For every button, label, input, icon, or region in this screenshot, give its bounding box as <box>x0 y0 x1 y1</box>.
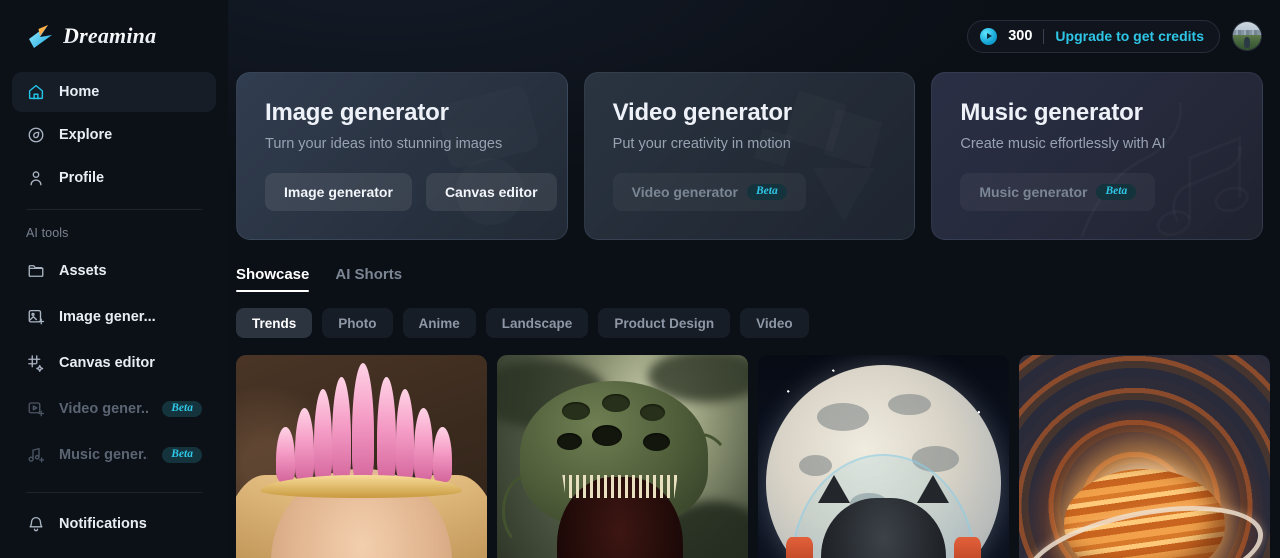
hero-actions: Music generator Beta <box>960 173 1234 211</box>
beta-badge: Beta <box>162 400 202 418</box>
bell-icon <box>26 515 45 534</box>
sidebar-item-label: Profile <box>59 170 105 186</box>
sidebar-item-profile[interactable]: Profile <box>12 158 216 198</box>
chip-label: Anime <box>418 315 460 331</box>
chip-label: Landscape <box>501 315 573 331</box>
hero-card-music-generator[interactable]: Music generator Create music effortlessl… <box>931 72 1264 240</box>
sidebar-item-label: Assets <box>59 263 107 279</box>
brand-name: Dreamina <box>63 23 157 48</box>
user-icon <box>26 169 45 188</box>
hero-title: Music generator <box>960 99 1143 126</box>
showcase-gallery <box>228 338 1280 558</box>
sidebar-item-label: Canvas editor <box>59 355 155 371</box>
beta-badge: Beta <box>747 183 787 201</box>
credits-pill[interactable]: 300 Upgrade to get credits <box>967 19 1220 53</box>
filter-chip-video[interactable]: Video <box>740 308 809 338</box>
sidebar-item-label: Image gener... <box>59 309 156 325</box>
sidebar-section-label: AI tools <box>26 226 69 240</box>
hero-card-image-generator[interactable]: Image generator Turn your ideas into stu… <box>236 72 568 240</box>
gallery-item[interactable] <box>236 355 487 558</box>
tab-showcase[interactable]: Showcase <box>236 266 310 292</box>
folder-icon <box>26 262 45 281</box>
artwork-ringed-planet <box>1019 355 1270 558</box>
sidebar-item-label: Video gener... <box>59 401 149 417</box>
beta-badge: Beta <box>1096 183 1137 201</box>
chip-label: Trends <box>252 315 297 331</box>
video-generate-icon <box>26 400 45 419</box>
credits-count: 300 <box>1008 28 1033 44</box>
tab-label: Showcase <box>236 266 310 283</box>
filter-chip-anime[interactable]: Anime <box>402 308 476 338</box>
hero-button-label: Image generator <box>284 184 393 200</box>
sidebar-divider-bottom <box>26 492 202 493</box>
avatar[interactable] <box>1232 21 1262 51</box>
hero-decoration <box>237 73 567 239</box>
hero-decoration <box>932 73 1262 239</box>
credit-coin-icon <box>980 27 998 45</box>
beta-badge: Beta <box>162 446 202 464</box>
sidebar-item-label: Explore <box>59 127 113 143</box>
hero-button-video-generator[interactable]: Video generator Beta <box>612 173 806 211</box>
music-generate-icon <box>26 446 45 465</box>
canvas-editor-icon <box>26 354 45 373</box>
sidebar-item-image-generator[interactable]: Image gener... <box>12 297 216 337</box>
sidebar-divider-top <box>26 209 202 210</box>
sidebar-item-home[interactable]: Home <box>12 72 216 112</box>
tab-label: AI Shorts <box>335 266 403 283</box>
home-icon <box>26 83 45 102</box>
dreamina-app-window: Dreamina Home Explore Profile AI tools A… <box>0 0 1280 558</box>
sidebar-item-canvas-editor[interactable]: Canvas editor <box>12 343 216 383</box>
gallery-item[interactable] <box>1019 355 1270 558</box>
chip-label: Video <box>756 315 793 331</box>
hero-decoration <box>585 73 915 239</box>
filter-chip-landscape[interactable]: Landscape <box>485 308 589 338</box>
content-tabs: Showcase AI Shorts <box>228 240 1280 292</box>
tab-ai-shorts[interactable]: AI Shorts <box>335 266 402 292</box>
gallery-item[interactable] <box>758 355 1009 558</box>
artwork-tiara-woman <box>236 355 487 558</box>
sidebar-item-assets[interactable]: Assets <box>12 251 216 291</box>
hero-title: Video generator <box>612 99 792 126</box>
topbar: 300 Upgrade to get credits <box>228 0 1280 72</box>
sidebar: Dreamina Home Explore Profile AI tools A… <box>0 0 228 558</box>
hero-subtitle: Turn your ideas into stunning images <box>265 136 503 152</box>
credits-divider <box>1043 28 1045 44</box>
main-content: 300 Upgrade to get credits Image generat… <box>228 0 1280 558</box>
brand-logo-link[interactable]: Dreamina <box>12 0 216 72</box>
hero-button-label: Canvas editor <box>444 184 538 200</box>
filter-chip-row: Trends Photo Anime Landscape Product Des… <box>228 292 1280 338</box>
dreamina-star-icon <box>29 25 52 48</box>
upgrade-link[interactable]: Upgrade to get credits <box>1055 28 1204 44</box>
filter-chip-trends[interactable]: Trends <box>236 308 313 338</box>
sidebar-item-label: Home <box>59 84 100 100</box>
image-generate-icon <box>26 308 45 327</box>
hero-button-label: Video generator <box>631 184 738 200</box>
gallery-item[interactable] <box>497 355 748 558</box>
sidebar-item-label: Notifications <box>59 516 147 532</box>
sidebar-item-label: Music gener... <box>59 447 149 463</box>
filter-chip-photo[interactable]: Photo <box>322 308 393 338</box>
chip-label: Photo <box>338 315 377 331</box>
hero-subtitle: Create music effortlessly with AI <box>960 136 1166 152</box>
hero-actions: Image generator Canvas editor <box>265 173 557 211</box>
hero-button-label: Music generator <box>979 184 1088 200</box>
sidebar-item-video-generator[interactable]: Video gener... Beta <box>12 389 216 429</box>
hero-card-row: Image generator Turn your ideas into stu… <box>228 72 1280 240</box>
sidebar-item-music-generator[interactable]: Music gener... Beta <box>12 435 216 475</box>
hero-subtitle: Put your creativity in motion <box>612 136 791 152</box>
sidebar-item-notifications[interactable]: Notifications <box>12 504 216 544</box>
artwork-space-cat <box>758 355 1009 558</box>
hero-card-video-generator[interactable]: Video generator Put your creativity in m… <box>583 72 916 240</box>
hero-title: Image generator <box>265 99 449 126</box>
sidebar-item-explore[interactable]: Explore <box>12 115 216 155</box>
hero-button-image-generator[interactable]: Image generator <box>265 173 412 211</box>
avatar-person <box>1244 37 1251 49</box>
filter-chip-product-design[interactable]: Product Design <box>598 308 731 338</box>
chip-label: Product Design <box>614 315 715 331</box>
hero-button-music-generator[interactable]: Music generator Beta <box>960 173 1156 211</box>
hero-button-canvas-editor[interactable]: Canvas editor <box>425 173 557 211</box>
hero-actions: Video generator Beta <box>612 173 887 211</box>
compass-icon <box>26 126 45 145</box>
artwork-tentacle-monster <box>497 355 748 558</box>
